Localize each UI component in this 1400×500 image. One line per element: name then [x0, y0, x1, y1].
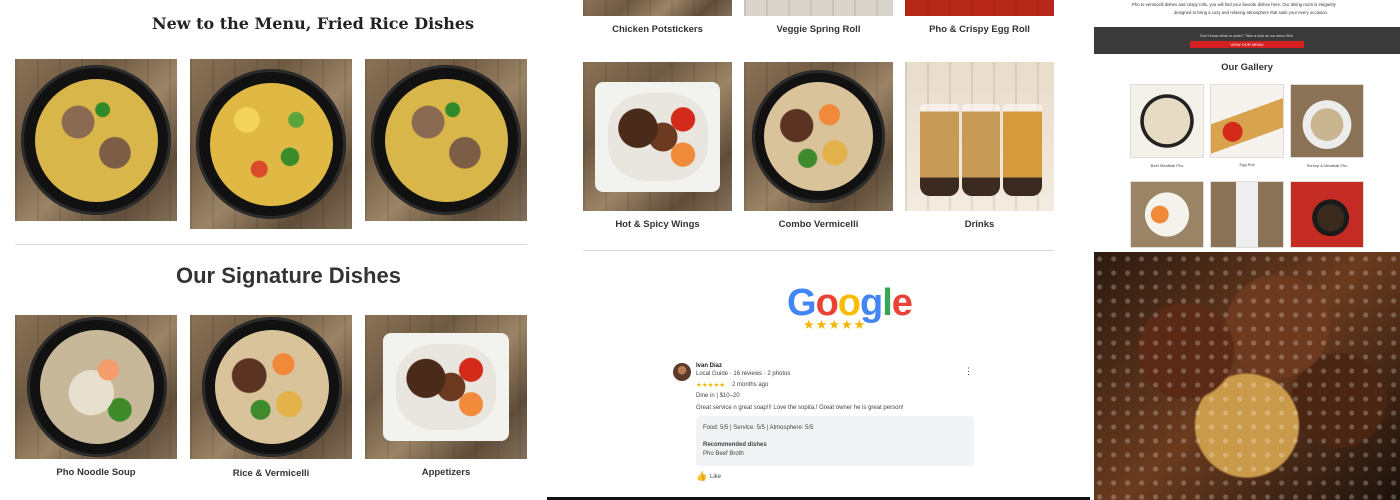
- reviewer-meta: Local Guide · 16 reviews · 2 photos: [696, 371, 791, 377]
- reviewer-name[interactable]: Ivan Diaz: [696, 363, 722, 369]
- review-ratings: Food: 5/5 | Service: 5/5 | Atmosphere: 5…: [703, 425, 814, 431]
- recommended-value: Pho Beef Broth: [703, 451, 744, 457]
- gallery-thumb-beef-meatball-pho[interactable]: [1130, 84, 1204, 158]
- review-stars: ★★★★★: [696, 382, 726, 389]
- menu-panel: New to the Menu, Fried Rice Dishes Our S…: [0, 0, 547, 500]
- appetizers-photo[interactable]: [365, 315, 527, 459]
- fried-rice-photo-2[interactable]: [190, 59, 352, 229]
- spring-roll-photo[interactable]: [744, 0, 893, 16]
- google-rating-stars: ★★★★★: [803, 317, 867, 332]
- wings-label[interactable]: Hot & Spicy Wings: [583, 219, 732, 230]
- review-time: 2 months ago: [732, 382, 769, 388]
- rice-vermicelli-label[interactable]: Rice & Vermicelli: [190, 468, 352, 479]
- fried-rice-heading: New to the Menu, Fried Rice Dishes: [152, 14, 475, 33]
- gallery-thumb-shrimp-pho[interactable]: [1290, 84, 1364, 158]
- divider: [583, 250, 1054, 251]
- like-label[interactable]: Like: [710, 474, 721, 480]
- cta-text: Don't know what to order? Take a look at…: [1200, 34, 1293, 38]
- egg-roll-label[interactable]: Pho & Crispy Egg Roll: [905, 24, 1054, 35]
- combo-vermicelli-photo[interactable]: [744, 62, 893, 211]
- gallery-caption-2: Egg Roll: [1239, 162, 1255, 167]
- gallery-thumb-5[interactable]: [1210, 181, 1284, 248]
- gallery-thumb-4[interactable]: [1130, 181, 1204, 248]
- gallery-thumb-egg-roll[interactable]: [1210, 84, 1284, 158]
- appetizers-label[interactable]: Appetizers: [365, 467, 527, 478]
- dishes-review-panel: Chicken Potstickers Veggie Spring Roll P…: [547, 0, 1094, 500]
- intro-line-1: Pho to vermicelli dishes and crispy roll…: [1132, 2, 1336, 7]
- intro-line-2: designed to bring a cozy and relaxing at…: [1174, 10, 1329, 15]
- signature-heading: Our Signature Dishes: [176, 263, 401, 288]
- gallery-thumb-6[interactable]: [1290, 181, 1364, 248]
- wings-photo[interactable]: [583, 62, 732, 211]
- rice-vermicelli-photo[interactable]: [190, 315, 352, 459]
- spring-roll-label[interactable]: Veggie Spring Roll: [744, 24, 893, 35]
- review-details-box: [696, 416, 974, 466]
- gallery-caption-3: Shrimp & Meatball Pho: [1306, 163, 1348, 168]
- like-icon[interactable]: 👍: [696, 471, 707, 482]
- drinks-photo[interactable]: [905, 62, 1054, 211]
- gallery-title: Our Gallery: [1221, 62, 1273, 73]
- combo-vermicelli-label[interactable]: Combo Vermicelli: [744, 219, 893, 230]
- review-text: Great service n great soap!!! Love the s…: [696, 405, 904, 411]
- fried-rice-photo-1[interactable]: [15, 59, 177, 221]
- gallery-panel: Pho to vermicelli dishes and crispy roll…: [1094, 0, 1400, 500]
- gallery-caption-1: Beef Meatball Pho: [1150, 163, 1184, 168]
- egg-roll-photo[interactable]: [905, 0, 1054, 16]
- featured-dish-photo[interactable]: [1094, 252, 1400, 500]
- potstickers-label[interactable]: Chicken Potstickers: [583, 24, 732, 35]
- more-options-icon[interactable]: ⋮: [964, 366, 973, 377]
- potstickers-photo[interactable]: [583, 0, 732, 16]
- fried-rice-photo-3[interactable]: [365, 59, 527, 221]
- reviewer-avatar[interactable]: [673, 363, 691, 381]
- view-menu-button[interactable]: VIEW OUR MENU: [1190, 41, 1304, 48]
- pho-label[interactable]: Pho Noodle Soup: [15, 467, 177, 478]
- pho-photo[interactable]: [15, 315, 177, 459]
- review-dine-info: Dine in | $10–20: [696, 393, 740, 399]
- recommended-label: Recommended dishes: [703, 442, 767, 448]
- divider: [15, 244, 527, 245]
- drinks-label[interactable]: Drinks: [905, 219, 1054, 230]
